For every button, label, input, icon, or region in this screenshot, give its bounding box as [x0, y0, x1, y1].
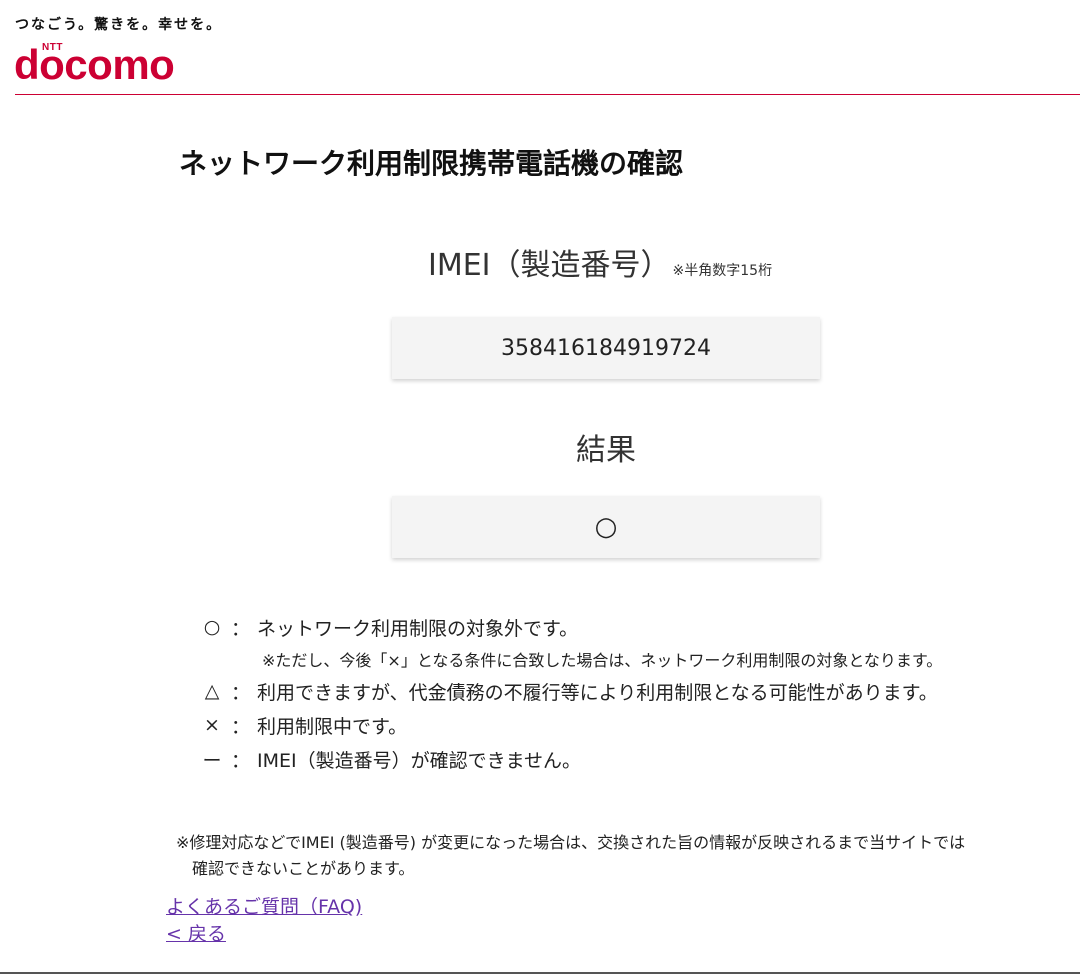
result-label: 結果 [576, 433, 636, 468]
legend-colon: ： [230, 749, 250, 772]
triangle-symbol: △ [204, 680, 220, 702]
legend-text: 利用できますが、代金債務の不履行等により利用制限となる可能性があります。 [257, 681, 938, 704]
legend-colon: ： [230, 681, 250, 704]
footnote-line-1: ※修理対応などでIMEI (製造番号) が変更になった場合は、交換された旨の情報… [176, 833, 966, 852]
legend-text: ネットワーク利用制限の対象外です。 [257, 617, 579, 640]
imei-field[interactable]: 358416184919724 [392, 317, 820, 379]
legend-colon: ： [230, 617, 250, 640]
imei-format-note: ※半角数字15桁 [672, 263, 773, 279]
legend-item-ok: ○ ： ネットワーク利用制限の対象外です。 [200, 610, 1060, 644]
logo-wordmark: docomo [14, 41, 175, 88]
repair-footnote: ※修理対応などでIMEI (製造番号) が変更になった場合は、交換された旨の情報… [176, 830, 1066, 882]
legend-item-unknown: ー ： IMEI（製造番号）が確認できません。 [200, 742, 1060, 776]
imei-label-text: IMEI（製造番号） [428, 248, 671, 283]
legend-item-restricted: × ： 利用制限中です。 [200, 708, 1060, 742]
logo-ntt-mark: NTT [42, 42, 63, 53]
faq-link[interactable]: よくあるご質問（FAQ) [166, 894, 362, 921]
legend-note: ※ただし、今後「×」となる条件に合致した場合は、ネットワーク利用制限の対象となり… [262, 651, 943, 670]
imei-value: 358416184919724 [501, 335, 711, 361]
header-divider [15, 94, 1080, 95]
cross-symbol: × [204, 714, 220, 736]
result-value: ○ [594, 512, 618, 542]
legend-item-warning: △ ： 利用できますが、代金債務の不履行等により利用制限となる可能性があります。 [200, 674, 1060, 708]
brand-tagline: つなごう。驚きを。幸せを。 [15, 17, 223, 33]
legend-colon: ： [230, 715, 250, 738]
result-box: ○ [392, 496, 820, 558]
back-link[interactable]: < 戻る [166, 921, 362, 948]
legend-text: IMEI（製造番号）が確認できません。 [257, 749, 582, 772]
circle-symbol: ○ [203, 616, 221, 638]
page-title: ネットワーク利用制限携帯電話機の確認 [179, 147, 684, 180]
legend-text: 利用制限中です。 [257, 715, 408, 738]
imei-label: IMEI（製造番号） ※半角数字15桁 [428, 240, 772, 284]
site-header: つなごう。驚きを。幸せを。 docomo NTT [0, 0, 1080, 96]
footnote-line-2: 確認できないことがあります。 [192, 859, 415, 878]
footer-links: よくあるご質問（FAQ) < 戻る [166, 894, 362, 948]
docomo-logo[interactable]: docomo NTT [14, 38, 204, 88]
dash-symbol: ー [202, 749, 222, 772]
result-legend: ○ ： ネットワーク利用制限の対象外です。 ※ただし、今後「×」となる条件に合致… [200, 610, 1060, 776]
